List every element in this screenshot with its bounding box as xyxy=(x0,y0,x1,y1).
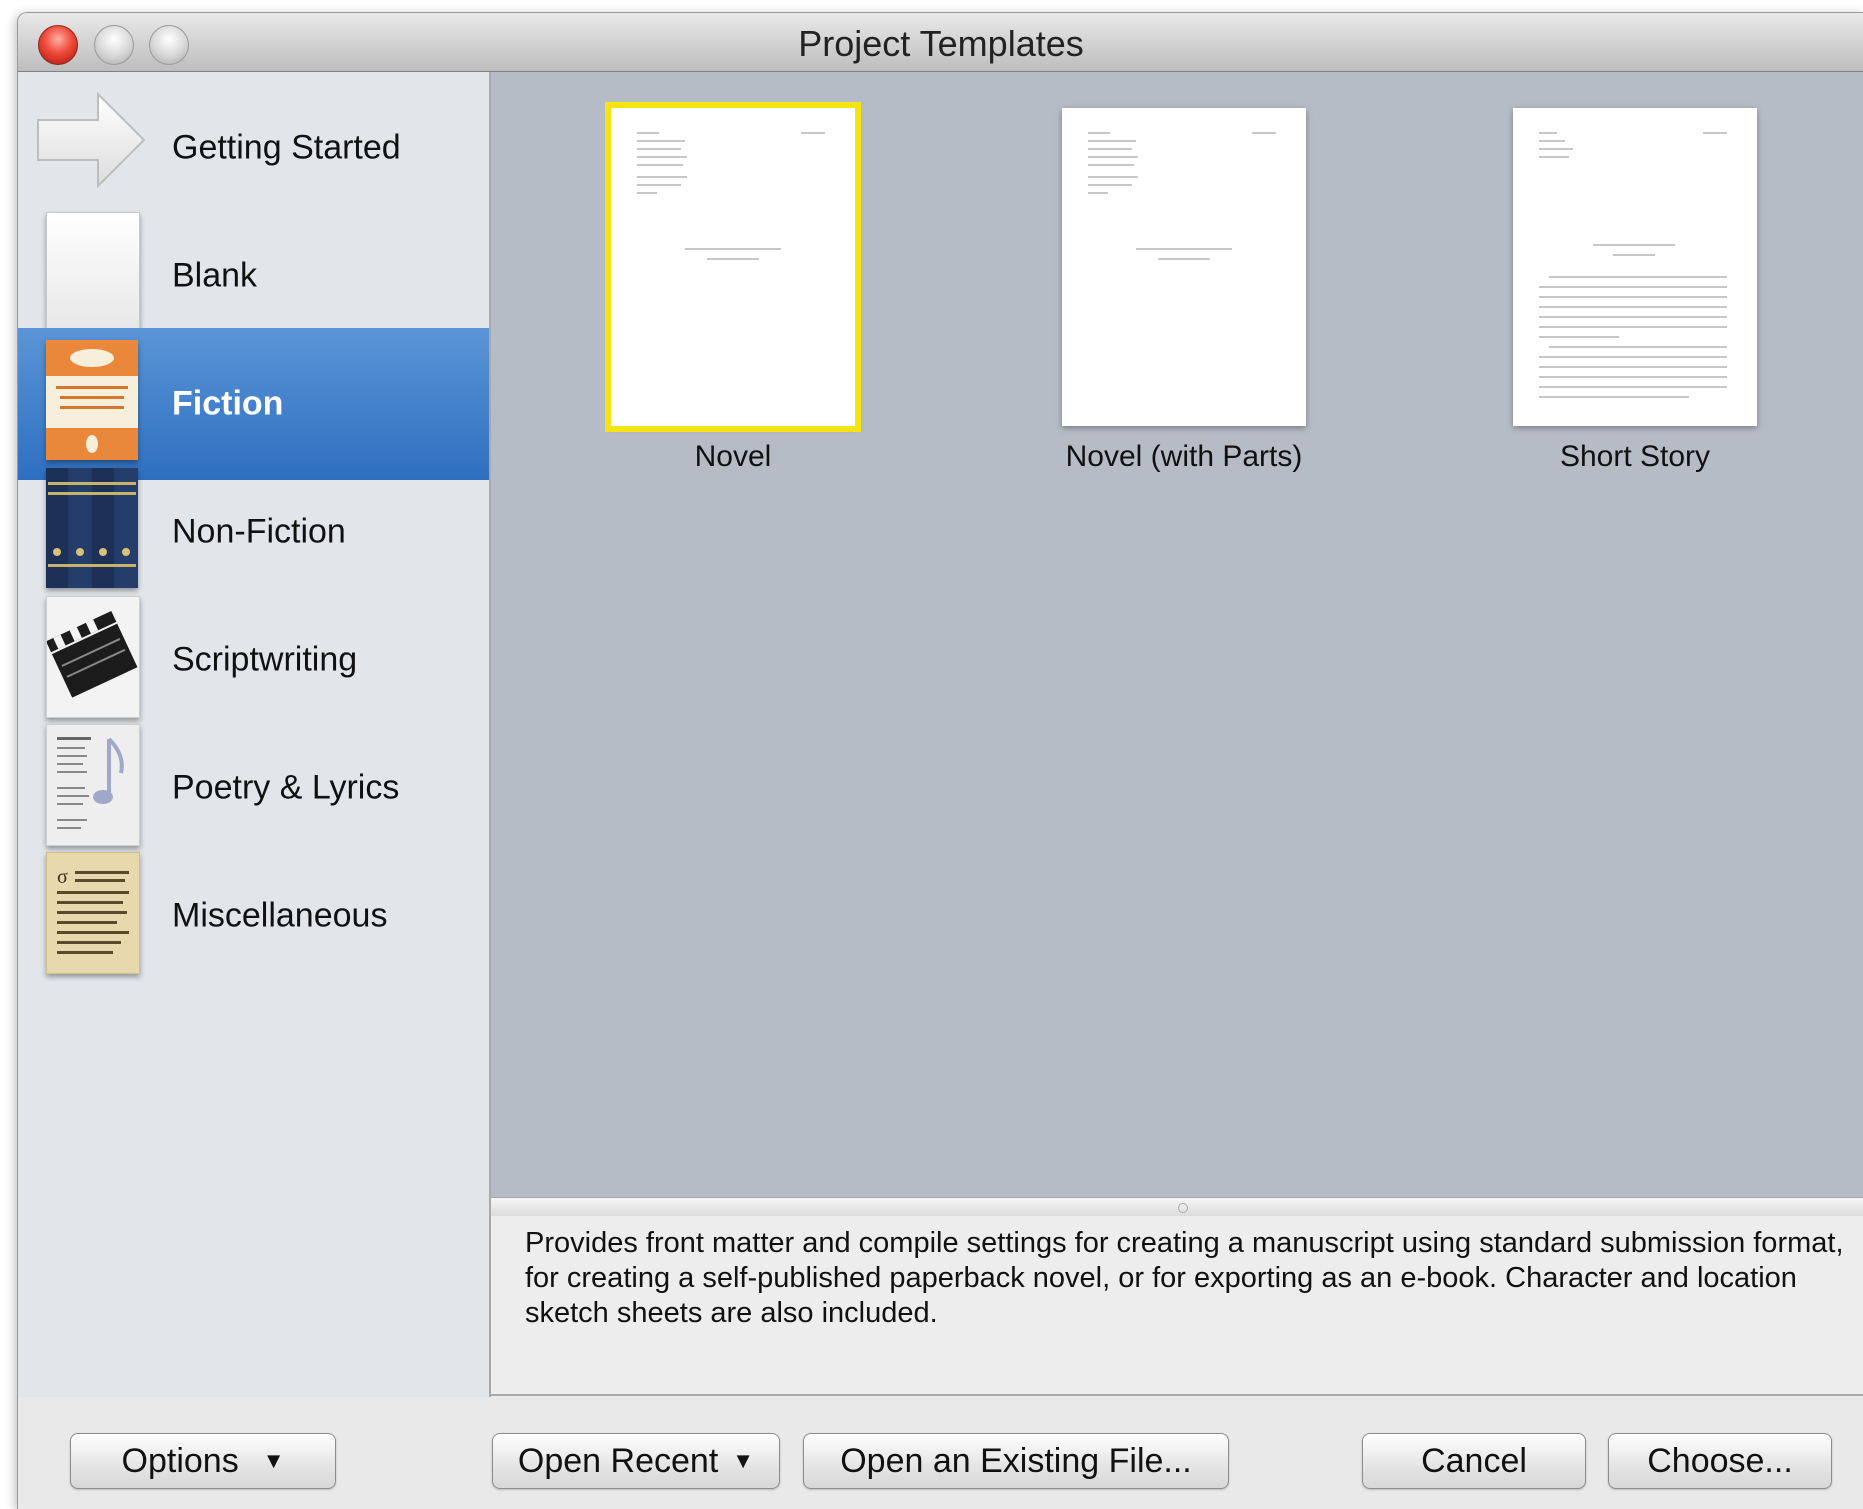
template-thumbnail[interactable] xyxy=(1062,108,1306,426)
open-recent-label: Open Recent xyxy=(517,1441,719,1480)
bottom-toolbar: Options ▼ Open Recent ▼ Open an Existing… xyxy=(18,1397,1863,1509)
template-grid: Novel Novel (with Parts) Short Story xyxy=(491,72,1863,1197)
clapperboard-icon xyxy=(46,596,140,718)
template-thumbnail[interactable] xyxy=(605,102,861,432)
project-templates-window: Project Templates Getting Started Blank xyxy=(17,12,1863,1509)
sidebar-item-label: Scriptwriting xyxy=(172,640,358,679)
sidebar-item-label: Miscellaneous xyxy=(172,896,388,935)
splitter-handle-icon xyxy=(1177,1203,1188,1213)
book-cover-icon xyxy=(46,340,138,460)
sidebar-item-label: Fiction xyxy=(172,384,284,423)
template-thumbnail[interactable] xyxy=(1513,108,1757,426)
options-label: Options xyxy=(121,1441,239,1480)
cancel-button[interactable]: Cancel xyxy=(1362,1433,1586,1489)
svg-text:σ: σ xyxy=(57,866,68,888)
pane-splitter[interactable] xyxy=(491,1197,1863,1217)
cancel-label: Cancel xyxy=(1421,1441,1527,1480)
open-recent-button[interactable]: Open Recent ▼ xyxy=(492,1433,780,1489)
template-novel-with-parts[interactable]: Novel (with Parts) xyxy=(1059,108,1309,474)
template-label: Novel (with Parts) xyxy=(1065,440,1303,473)
sidebar-item-label: Non-Fiction xyxy=(172,512,346,551)
sidebar-item-label: Getting Started xyxy=(172,128,401,167)
window-title: Project Templates xyxy=(798,23,1084,64)
options-button[interactable]: Options ▼ xyxy=(70,1433,336,1489)
sidebar-item-label: Blank xyxy=(172,256,258,295)
template-short-story[interactable]: Short Story xyxy=(1510,108,1760,474)
sidebar-item-label: Poetry & Lyrics xyxy=(172,768,400,807)
choose-button[interactable]: Choose... xyxy=(1608,1433,1832,1489)
choose-label: Choose... xyxy=(1647,1441,1793,1480)
chevron-down-icon: ▼ xyxy=(732,1448,755,1473)
title-bar[interactable]: Project Templates xyxy=(18,13,1863,72)
category-sidebar: Getting Started Blank Fiction Non-Fictio… xyxy=(18,72,491,1397)
template-description: Provides front matter and compile settin… xyxy=(491,1216,1863,1396)
sidebar-item-miscellaneous[interactable]: σ Miscellaneous xyxy=(18,840,489,992)
arrow-icon xyxy=(37,91,146,189)
open-existing-label: Open an Existing File... xyxy=(840,1441,1192,1480)
template-label: Novel xyxy=(694,440,772,473)
parchment-icon: σ xyxy=(46,852,140,974)
open-existing-file-button[interactable]: Open an Existing File... xyxy=(803,1433,1229,1489)
template-novel[interactable]: Novel xyxy=(605,102,861,474)
chevron-down-icon: ▼ xyxy=(262,1448,285,1473)
book-spines-icon xyxy=(46,468,138,588)
music-note-icon xyxy=(46,724,140,846)
blank-page-icon xyxy=(46,212,140,334)
template-label: Short Story xyxy=(1559,440,1711,473)
